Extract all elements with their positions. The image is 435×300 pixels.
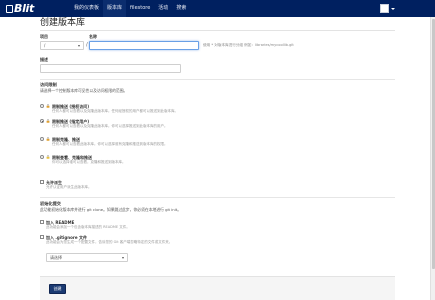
access-radio-1[interactable]: [40, 119, 44, 123]
chevron-down-icon: [122, 257, 124, 259]
access-option-desc: 你可以选择谁可以查看，克隆和推送到版本库。: [52, 159, 126, 164]
description-input[interactable]: [40, 64, 181, 73]
access-section-desc: 请选择一个控制版本库可见性以及访问权限的范围。: [40, 88, 128, 93]
brand-text: Blit: [14, 2, 34, 15]
access-radio-0[interactable]: [40, 104, 44, 108]
main-nav: 我的仪表板 版本库 filestore 活动 搜索: [70, 0, 190, 17]
access-option-desc: 任何人都可以查看以及克隆此版本库。任何经授权的用户都可以推送到此版本库。: [52, 108, 178, 113]
chevron-down-icon: [78, 45, 80, 47]
access-radio-3[interactable]: [40, 155, 44, 159]
avatar[interactable]: [380, 4, 389, 13]
allow-forks-desc: 允许认证用户派生此版本库。: [46, 184, 92, 189]
lock-icon: [46, 155, 50, 159]
form-actions: 创建: [40, 276, 395, 300]
allow-forks-checkbox[interactable]: [40, 180, 44, 184]
chevron-down-icon: [391, 7, 395, 10]
user-menu[interactable]: [380, 4, 395, 13]
create-button[interactable]: 创建: [49, 284, 66, 294]
access-radio-2[interactable]: [40, 137, 44, 141]
page-title: 创建版本库: [40, 18, 86, 28]
access-option-desc: 任何人都可以查看以及克隆此版本库。你可以选择推送到此版本库的用户。: [52, 123, 168, 128]
nav-item-4[interactable]: 搜索: [172, 0, 190, 17]
nav-item-3[interactable]: 活动: [154, 0, 172, 17]
gitignore-select-value: 请选择: [50, 255, 62, 260]
project-label: 项目: [40, 34, 48, 39]
nav-item-2[interactable]: filestore: [126, 0, 154, 17]
path-separator: /: [86, 42, 88, 48]
vertical-scrollbar[interactable]: [430, 17, 435, 300]
add-gitignore-checkbox[interactable]: [40, 235, 44, 239]
name-help-text: 使用 * 对版本库进行分组 例如：libraries/mycoollib.git: [203, 43, 294, 47]
name-label: 名称: [89, 34, 97, 39]
add-gitignore-desc: 此功能会为您生成一个配置文件，告诉您的 Git 客户端忽略特定的文件或文件夹。: [46, 239, 173, 244]
top-navbar: Blit 我的仪表板 版本库 filestore 活动 搜索: [0, 0, 435, 17]
project-select[interactable]: /: [40, 41, 84, 50]
init-section-desc: 此功能初始化版本库并进行 git clone。如果跳过此步，你必须在本地进行 g…: [40, 207, 182, 212]
project-select-value: /: [44, 43, 46, 48]
nav-item-1[interactable]: 版本库: [103, 0, 127, 17]
description-label: 描述: [40, 57, 48, 62]
divider: [40, 79, 395, 80]
lock-icon: [46, 137, 50, 141]
add-readme-desc: 此功能会添加一个包含版本库描述的 README 文件。: [46, 224, 130, 229]
page-header: 创建版本库: [40, 17, 395, 31]
nav-item-0[interactable]: 我的仪表板: [70, 0, 103, 17]
git-logo-icon: [5, 4, 13, 13]
gitignore-select[interactable]: 请选择: [46, 253, 128, 262]
divider: [40, 197, 395, 198]
access-option-desc: 任何人都可以查看此版本库。你可以选择谁有克隆和推送到版本库的权限。: [52, 141, 168, 146]
add-readme-checkbox[interactable]: [40, 220, 44, 224]
lock-icon: [46, 104, 50, 108]
brand-logo[interactable]: Blit: [5, 2, 34, 15]
name-input[interactable]: [89, 41, 199, 50]
lock-icon: [46, 119, 50, 123]
